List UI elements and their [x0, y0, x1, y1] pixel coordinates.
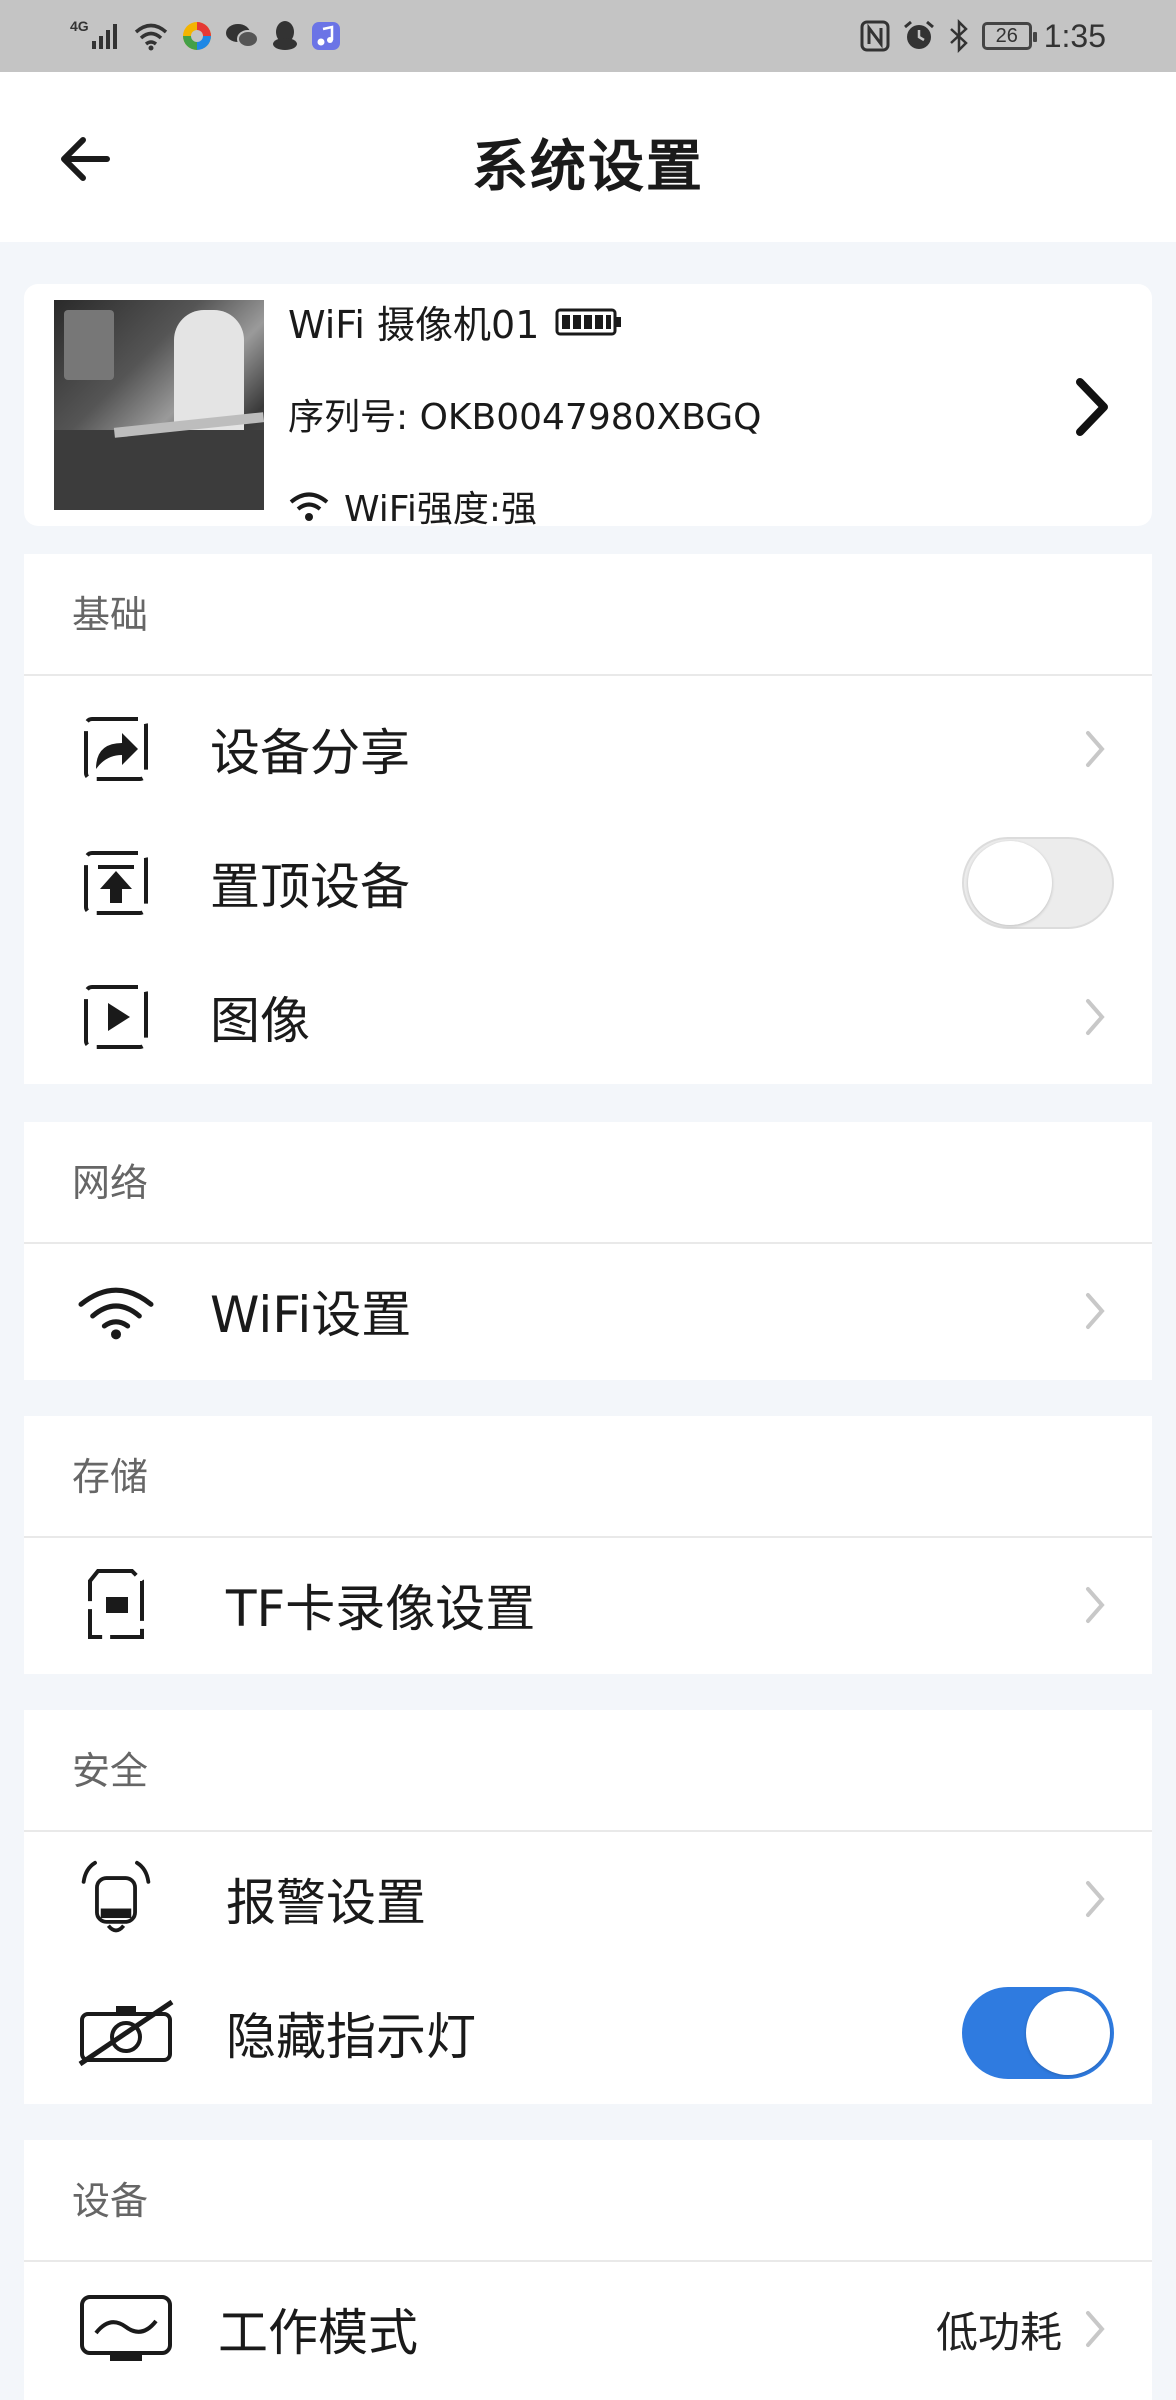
section-title-security: 安全 — [24, 1710, 1152, 1832]
chevron-right-icon — [1080, 992, 1110, 1042]
battery-icon: 26 — [981, 22, 1037, 50]
monitor-icon — [76, 2289, 176, 2369]
header: 系统设置 — [0, 72, 1176, 242]
row-alarm-settings[interactable]: 报警设置 — [24, 1832, 1152, 1966]
status-bar: 4G 26 1:35 — [0, 0, 1176, 72]
clock: 1:35 — [1043, 17, 1106, 54]
wifi-strength: WiFi强度:强 — [344, 489, 538, 530]
wechat-icon — [225, 24, 259, 48]
row-pin-device: 置顶设备 — [24, 816, 1152, 950]
chevron-right-icon[interactable] — [1062, 372, 1122, 442]
row-hide-indicator: 隐藏指示灯 — [24, 1966, 1152, 2100]
row-device-share[interactable]: 设备分享 — [24, 682, 1152, 816]
work-mode-value: 低功耗 — [935, 2307, 1062, 2357]
bluetooth-icon — [949, 19, 968, 53]
device-card[interactable]: WiFi 摄像机01 序列号: OKB0047980XBGQ WiFi强度:强 — [24, 284, 1152, 530]
wifi-icon — [76, 1271, 156, 1351]
section-basic: 基础 设备分享 置顶设备 图像 — [24, 554, 1152, 1084]
chevron-right-icon — [1080, 2304, 1110, 2354]
pin-top-icon — [76, 843, 156, 923]
alarm-icon — [903, 20, 934, 49]
row-label: 设备分享 — [210, 724, 410, 782]
chevron-right-icon — [1080, 1580, 1110, 1630]
camera-thumbnail — [54, 300, 264, 510]
battery-level: 26 — [995, 24, 1018, 47]
nfc-icon — [860, 20, 890, 52]
row-label: 置顶设备 — [210, 858, 410, 916]
network-type: 4G — [70, 18, 89, 34]
wifi-icon — [289, 492, 329, 521]
row-tf-card[interactable]: TF卡录像设置 — [24, 1538, 1152, 1672]
chevron-right-icon — [1080, 1874, 1110, 1924]
alarm-bell-icon — [76, 1859, 156, 1939]
sd-card-icon — [76, 1565, 156, 1645]
row-label: TF卡录像设置 — [226, 1580, 536, 1638]
chevron-right-icon — [1080, 1286, 1110, 1336]
section-title-device: 设备 — [24, 2140, 1152, 2262]
row-wifi-settings[interactable]: WiFi设置 — [24, 1244, 1152, 1378]
row-image[interactable]: 图像 — [24, 950, 1152, 1084]
status-left: 4G — [70, 14, 341, 58]
status-right: 26 1:35 — [860, 14, 1106, 58]
section-title-basic: 基础 — [24, 554, 1152, 676]
image-icon — [76, 977, 156, 1057]
row-label: 图像 — [210, 992, 310, 1050]
row-label: WiFi设置 — [210, 1286, 412, 1344]
device-battery-icon — [555, 308, 622, 335]
device-name-row: WiFi 摄像机01 — [288, 294, 623, 349]
colorful-app-icon — [182, 22, 211, 50]
music-app-icon — [311, 22, 340, 50]
device-name: WiFi 摄像机01 — [288, 303, 540, 347]
device-serial: 序列号: OKB0047980XBGQ — [288, 397, 762, 438]
share-icon — [76, 709, 156, 789]
row-label: 工作模式 — [218, 2304, 418, 2362]
wifi-strength-row: WiFi强度:强 — [288, 480, 537, 532]
section-storage: 存储 TF卡录像设置 — [24, 1416, 1152, 1674]
signal-icon — [91, 24, 117, 49]
row-label: 隐藏指示灯 — [226, 2008, 476, 2066]
row-work-mode[interactable]: 工作模式 低功耗 — [24, 2262, 1152, 2396]
section-device: 设备 工作模式 低功耗 — [24, 2140, 1152, 2400]
chevron-right-icon — [1080, 724, 1110, 774]
section-title-storage: 存储 — [24, 1416, 1152, 1538]
section-security: 安全 报警设置 隐藏指示灯 — [24, 1710, 1152, 2104]
wifi-icon — [134, 23, 167, 51]
page-title: 系统设置 — [472, 135, 704, 200]
qq-icon — [272, 21, 297, 50]
pin-device-toggle[interactable] — [962, 837, 1114, 929]
hide-indicator-toggle[interactable] — [962, 1987, 1114, 2079]
section-network: 网络 WiFi设置 — [24, 1122, 1152, 1380]
light-off-icon — [76, 1993, 176, 2073]
section-title-network: 网络 — [24, 1122, 1152, 1244]
row-label: 报警设置 — [226, 1874, 426, 1932]
